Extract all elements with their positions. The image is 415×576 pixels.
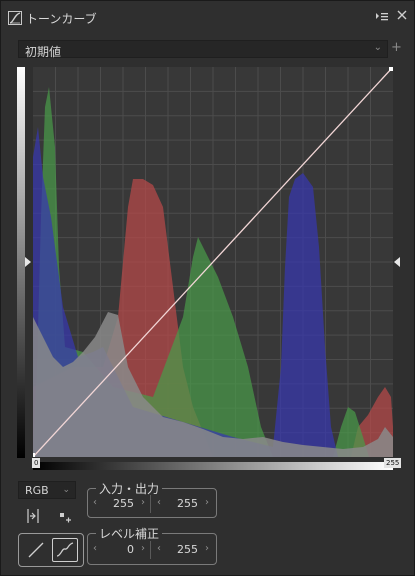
panel-menu-icon[interactable] xyxy=(375,11,389,23)
left-level-marker[interactable] xyxy=(25,257,31,267)
increment-icon[interactable]: › xyxy=(205,543,209,554)
curve-point-black[interactable] xyxy=(33,453,35,457)
input-output-group: 入力・出力 ‹ 255 › ‹ 255 › xyxy=(87,480,217,518)
input-value: 255 xyxy=(113,497,134,510)
input-gradient-bar xyxy=(33,462,393,470)
curve-mode-button[interactable] xyxy=(52,538,78,562)
preset-value: 初期値 xyxy=(25,45,62,59)
output-stepper[interactable]: ‹ 255 › xyxy=(154,495,212,513)
output-value: 255 xyxy=(177,497,198,510)
tone-curve-panel: トーンカーブ 初期値 ⌄ + 0 255 RGB ⌄ 入力・出力 ‹ 255 ›… xyxy=(0,0,415,576)
decrement-icon[interactable]: ‹ xyxy=(93,497,97,508)
add-preset-icon[interactable]: + xyxy=(391,40,402,55)
close-icon[interactable] xyxy=(396,9,408,21)
black-point-label[interactable]: 0 xyxy=(32,458,41,468)
channel-value: RGB xyxy=(25,484,49,497)
white-point-label[interactable]: 255 xyxy=(384,458,402,468)
stepper-divider xyxy=(150,495,151,513)
linear-mode-button[interactable] xyxy=(23,538,49,562)
decrement-icon[interactable]: ‹ xyxy=(157,543,161,554)
chevron-down-icon: ⌄ xyxy=(373,42,382,53)
tone-curve-graph[interactable] xyxy=(33,67,393,457)
black-level-stepper[interactable]: ‹ 0 › xyxy=(90,541,148,559)
pick-point-icon[interactable] xyxy=(25,508,41,524)
right-level-marker[interactable] xyxy=(394,257,400,267)
increment-icon[interactable]: › xyxy=(141,543,145,554)
white-level-value: 255 xyxy=(177,543,198,556)
decrement-icon[interactable]: ‹ xyxy=(157,497,161,508)
stepper-divider xyxy=(150,541,151,559)
black-level-value: 0 xyxy=(127,543,134,556)
output-gradient-bar xyxy=(17,67,25,458)
decrement-icon[interactable]: ‹ xyxy=(93,543,97,554)
levels-group: レベル補正 ‹ 0 › ‹ 255 › xyxy=(87,525,217,565)
chevron-down-icon: ⌄ xyxy=(62,485,70,495)
tone-curve-app-icon xyxy=(8,11,22,25)
levels-label: レベル補正 xyxy=(96,525,163,542)
title-bar: トーンカーブ xyxy=(1,1,414,35)
input-stepper[interactable]: ‹ 255 › xyxy=(90,495,148,513)
increment-icon[interactable]: › xyxy=(141,497,145,508)
preset-dropdown[interactable]: 初期値 ⌄ xyxy=(18,40,388,59)
channel-dropdown[interactable]: RGB ⌄ xyxy=(18,481,76,499)
white-level-stepper[interactable]: ‹ 255 › xyxy=(154,541,212,559)
curve-mode-group xyxy=(18,533,84,567)
increment-icon[interactable]: › xyxy=(205,497,209,508)
add-point-icon[interactable] xyxy=(57,508,73,524)
curve-point-white[interactable] xyxy=(389,67,393,71)
panel-title: トーンカーブ xyxy=(26,12,97,26)
